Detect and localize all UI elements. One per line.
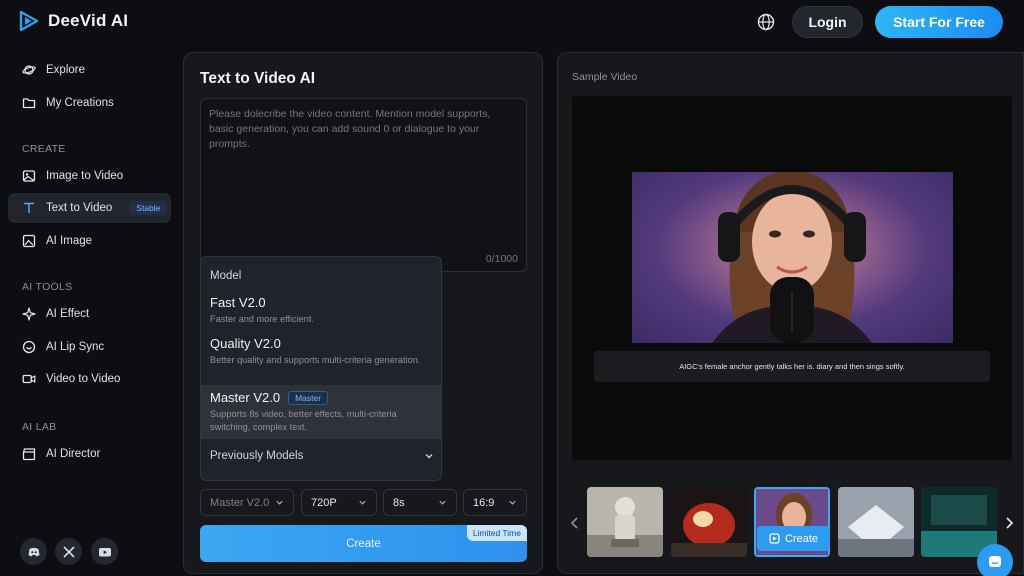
- video-icon: [22, 374, 36, 384]
- folder-icon: [22, 98, 36, 109]
- sidebar-item-label: AI Effect: [46, 308, 90, 320]
- sparkle-icon: [22, 307, 36, 321]
- sidebar-item-image-to-video[interactable]: Image to Video: [8, 161, 171, 191]
- chevron-down-icon: [359, 500, 366, 505]
- chevron-down-icon: [509, 500, 516, 505]
- model-option-master[interactable]: Master V2.0 Master Supports 8s video, be…: [201, 385, 441, 439]
- section-ai-lab: AI LAB: [22, 421, 57, 433]
- sidebar-item-label: Explore: [46, 64, 85, 76]
- image-icon: [22, 170, 36, 182]
- prompt-textarea[interactable]: Please dolecribe the video content. Ment…: [200, 98, 527, 272]
- model-select[interactable]: Master V2.0: [200, 489, 294, 516]
- model-select-value: Master V2.0: [210, 496, 270, 509]
- discord-button[interactable]: [20, 538, 47, 565]
- model-option-fast[interactable]: Fast V2.0 Faster and more efficient.: [201, 295, 441, 331]
- discord-icon: [28, 547, 39, 556]
- sidebar-item-text-to-video[interactable]: Text to Video Stable: [8, 193, 171, 223]
- dropdown-header: Model: [210, 270, 242, 282]
- ratio-select[interactable]: 16:9: [463, 489, 527, 516]
- chat-icon: [989, 556, 1001, 567]
- section-create: CREATE: [22, 143, 66, 155]
- thumbnail-create-button[interactable]: Create: [757, 526, 830, 551]
- paper-boat-thumbnail-image: [838, 487, 914, 557]
- prompt-placeholder: Please dolecribe the video content. Ment…: [209, 108, 491, 150]
- thumbnail-paper-boat[interactable]: [838, 487, 914, 557]
- sidebar-item-label: AI Lip Sync: [46, 341, 105, 353]
- option-name: Master V2.0: [210, 390, 281, 405]
- chevron-right-icon[interactable]: [1003, 516, 1015, 530]
- sidebar-item-label: My Creations: [46, 97, 114, 109]
- anchor-illustration: [712, 172, 872, 343]
- globe-icon[interactable]: [756, 12, 776, 32]
- youtube-icon: [98, 547, 111, 556]
- sidebar-item-label: AI Image: [46, 235, 93, 247]
- sidebar: Explore My Creations CREATE Image to Vid…: [0, 52, 180, 576]
- option-name: Quality V2.0: [210, 336, 281, 351]
- sidebar-item-ai-image[interactable]: AI Image: [8, 226, 171, 256]
- chat-support-button[interactable]: [977, 544, 1013, 576]
- deevid-logo-icon: [19, 10, 39, 32]
- sidebar-item-label: Text to Video: [46, 202, 113, 214]
- option-desc: Supports 8s video, better effects, multi…: [210, 409, 397, 432]
- sidebar-item-ai-lip-sync[interactable]: AI Lip Sync: [8, 332, 171, 362]
- chevron-down-icon: [276, 500, 283, 505]
- sample-video-label: Sample Video: [572, 71, 638, 83]
- option-desc: Faster and more efficient.: [210, 314, 315, 324]
- thumbnail-gem[interactable]: [671, 487, 747, 557]
- previous-models-toggle[interactable]: Previously Models: [210, 450, 434, 462]
- duration-select[interactable]: 8s: [383, 489, 457, 516]
- stable-badge: Stable: [130, 201, 167, 215]
- sidebar-item-my-creations[interactable]: My Creations: [8, 88, 171, 118]
- model-dropdown-menu: Model Fast V2.0 Faster and more efficien…: [200, 256, 442, 481]
- model-option-quality[interactable]: Quality V2.0 Better quality and supports…: [201, 336, 441, 384]
- sidebar-item-video-to-video[interactable]: Video to Video: [8, 364, 171, 394]
- resolution-select[interactable]: 720P: [301, 489, 377, 516]
- brand-name: DeeVid AI: [48, 11, 129, 30]
- previous-models-label: Previously Models: [210, 450, 304, 462]
- sidebar-item-ai-director[interactable]: AI Director: [8, 439, 171, 469]
- thumbnail-astronaut[interactable]: [587, 487, 663, 557]
- create-label: Create: [346, 537, 381, 550]
- login-button[interactable]: Login: [792, 6, 863, 38]
- video-caption: AIGC's female anchor gently talks her is…: [594, 351, 990, 382]
- video-player[interactable]: AIGC's female anchor gently talks her is…: [572, 96, 1012, 460]
- master-badge: Master: [288, 390, 329, 405]
- chevron-down-icon: [439, 500, 446, 505]
- generator-panel: Text to Video AI Please dolecribe the vi…: [183, 52, 543, 574]
- create-button[interactable]: Create Limited Time: [200, 525, 527, 562]
- clapper-icon: [22, 448, 36, 461]
- sidebar-item-label: Video to Video: [46, 373, 121, 385]
- resolution-value: 720P: [311, 496, 337, 509]
- chevron-left-icon[interactable]: [569, 516, 581, 530]
- section-ai-tools: AI TOOLS: [22, 281, 73, 293]
- x-button[interactable]: [55, 538, 82, 565]
- sidebar-item-explore[interactable]: Explore: [8, 55, 171, 85]
- chevron-down-icon: [425, 454, 433, 459]
- thumbnail-create-label: Create: [784, 532, 819, 545]
- brand-logo[interactable]: DeeVid AI: [18, 10, 128, 32]
- youtube-button[interactable]: [91, 538, 118, 565]
- sidebar-item-label: Image to Video: [46, 170, 124, 182]
- limited-time-badge: Limited Time: [466, 525, 527, 541]
- gem-thumbnail-image: [671, 487, 747, 557]
- create-icon: [769, 533, 780, 544]
- start-for-free-button[interactable]: Start For Free: [875, 6, 1003, 38]
- option-desc: Better quality and supports multi-criter…: [210, 355, 421, 365]
- duration-value: 8s: [393, 496, 405, 509]
- prompt-counter: 0/1000: [485, 253, 518, 265]
- astronaut-thumbnail-image: [587, 487, 663, 557]
- x-icon: [62, 545, 75, 558]
- video-frame: [632, 172, 953, 343]
- planet-icon: [22, 65, 36, 75]
- sidebar-item-label: AI Director: [46, 448, 101, 460]
- lips-icon: [22, 340, 36, 354]
- ai-image-icon: [22, 234, 36, 248]
- ratio-value: 16:9: [473, 496, 495, 509]
- text-icon: [24, 202, 34, 213]
- page-title: Text to Video AI: [200, 70, 316, 87]
- sidebar-item-ai-effect[interactable]: AI Effect: [8, 299, 171, 329]
- option-name: Fast V2.0: [210, 295, 266, 310]
